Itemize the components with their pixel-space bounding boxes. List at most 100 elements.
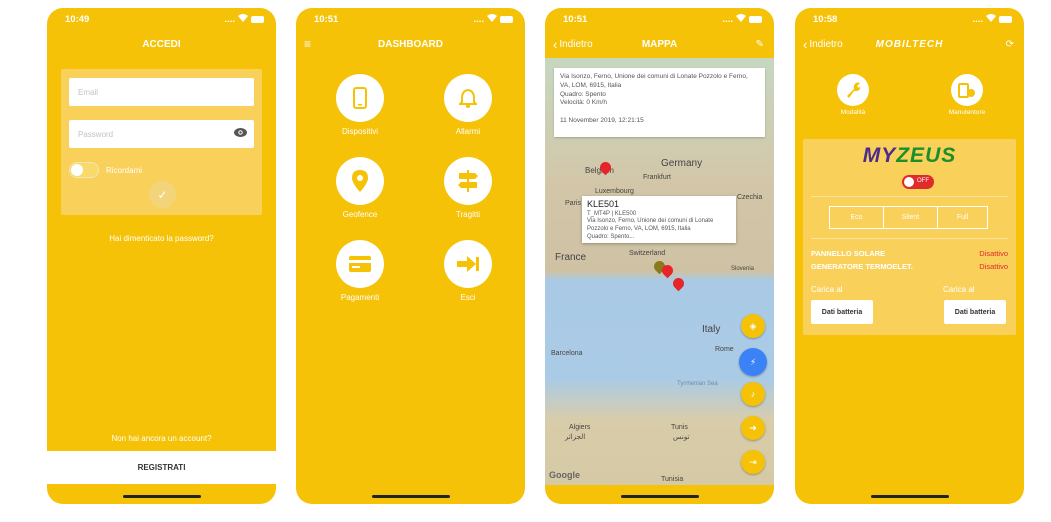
mode-label: Modalità — [840, 109, 866, 116]
credit-card-icon — [336, 240, 384, 288]
password-placeholder: Password — [78, 130, 114, 139]
charge-label-right: Carica al — [943, 285, 975, 294]
mode-modalita[interactable]: Modalità — [818, 74, 888, 116]
signal-icon: .... — [722, 13, 733, 25]
dashboard-item-dispositivi[interactable]: Dispositivi — [325, 74, 395, 136]
dashboard-item-allarmi[interactable]: Allarmi — [433, 74, 503, 136]
solar-panel-label: PANNELLO SOLARE — [811, 249, 886, 258]
device-panel: MYZEUS OFF Eco Silent Full PANNELLO SOLA… — [803, 139, 1016, 335]
remember-toggle[interactable] — [69, 162, 99, 178]
info-address: Via Isonzo, Ferno, Unione dei comuni di … — [560, 73, 748, 89]
map-label: Frankfurt — [643, 174, 672, 181]
signal-icon: .... — [224, 13, 235, 25]
password-field[interactable]: Password — [69, 120, 254, 148]
back-label: Indietro — [809, 38, 843, 50]
dashboard-item-tragitti[interactable]: Tragitti — [433, 157, 503, 219]
system-indicators: .... — [972, 13, 1012, 25]
segment-eco[interactable]: Eco — [830, 207, 884, 228]
segment-full[interactable]: Full — [938, 207, 987, 228]
signal-icon: .... — [972, 13, 983, 25]
info-date: 11 November 2019, 12:21:15 — [560, 117, 644, 125]
forgot-password-link[interactable]: Hai dimenticato la password? — [47, 234, 276, 243]
dashboard-item-esci[interactable]: Esci — [433, 240, 503, 302]
charge-label-left: Carica al — [811, 285, 843, 294]
dashboard-item-pagamenti[interactable]: Pagamenti — [325, 240, 395, 302]
mode-manutentore[interactable]: Manutentore — [932, 74, 1002, 116]
eye-icon[interactable] — [234, 128, 247, 139]
directions-button[interactable]: ◈ — [741, 314, 765, 338]
nav-bar: ‹ Indietro MAPPA ✎ — [545, 30, 774, 58]
login-arrow-button[interactable]: ➜ — [741, 416, 765, 440]
battery-data-button-right[interactable]: Dati batteria — [944, 300, 1006, 324]
status-bar: 10:49 .... — [47, 8, 276, 30]
map-label: Paris — [565, 200, 581, 207]
system-indicators: .... — [473, 13, 513, 25]
generator-label: GENERATORE TERMOELET. — [811, 262, 913, 271]
map-label: تونس — [673, 434, 690, 441]
login-screen: 10:49 .... ACCEDI Email Password Ricorda… — [47, 8, 276, 504]
callout-subtitle: T_MT4P | KLE500 — [587, 210, 637, 217]
pencil-icon[interactable]: ✎ — [756, 30, 764, 58]
dashboard-item-label: Pagamenti — [340, 293, 380, 302]
signal-icon: .... — [473, 13, 484, 25]
status-bar: 10:51 .... — [296, 8, 525, 30]
map-label: Germany — [661, 158, 703, 169]
nav-bar: ‹ Indietro MOBILTECH ⟳ — [795, 30, 1024, 58]
login-submit-button[interactable]: ✓ — [149, 181, 176, 208]
map-label: France — [555, 252, 587, 263]
segment-silent[interactable]: Silent — [884, 207, 938, 228]
status-bar: 10:51 .... — [545, 8, 774, 30]
marker-callout[interactable]: KLE501 T_MT4P | KLE500 Via Isonzo, Ferno… — [582, 196, 736, 243]
brand-my: MY — [862, 144, 897, 167]
logout-button[interactable]: ⇥ — [741, 450, 765, 474]
device-screen: 10:58 .... ‹ Indietro MOBILTECH ⟳ Modali… — [795, 8, 1024, 504]
dashboard-item-geofence[interactable]: Geofence — [325, 157, 395, 219]
alarm-button[interactable]: ♪ — [741, 382, 765, 406]
home-indicator — [122, 495, 201, 498]
back-label: Indietro — [559, 38, 593, 50]
page-title: ACCEDI — [142, 38, 181, 50]
info-quadro: Quadro: Spento — [560, 90, 606, 98]
enter-icon: ➜ — [749, 422, 757, 433]
divider — [811, 196, 1008, 197]
register-button[interactable]: REGISTRATI — [47, 451, 276, 484]
bell-icon: ♪ — [750, 389, 756, 399]
generator-status: Disattivo — [979, 262, 1008, 271]
toggle-knob — [71, 164, 83, 176]
battery-icon — [999, 15, 1012, 23]
chevron-left-icon: ‹ — [553, 36, 558, 52]
email-field[interactable]: Email — [69, 78, 254, 106]
login-form: Email Password Ricordami ✓ — [61, 69, 262, 215]
back-button[interactable]: ‹ Indietro — [553, 30, 593, 58]
dashboard-item-label: Tragitti — [455, 210, 481, 219]
map-label: Italy — [702, 324, 721, 335]
battery-data-button-left[interactable]: Dati batteria — [811, 300, 873, 324]
map-label: Tunis — [671, 424, 688, 431]
mode-label: Manutentore — [948, 109, 986, 116]
directions-icon: ◈ — [749, 320, 757, 331]
system-indicators: .... — [722, 13, 762, 25]
back-button[interactable]: ‹ Indietro — [803, 30, 843, 58]
system-indicators: .... — [224, 13, 264, 25]
wifi-icon — [487, 13, 497, 25]
power-button[interactable]: ⚡ — [739, 348, 767, 376]
dashboard-item-label: Esci — [460, 293, 476, 302]
battery-icon — [251, 15, 264, 23]
map-label: Tunisia — [661, 476, 684, 483]
map-screen: 10:51 .... ‹ Indietro MAPPA ✎ Germany Be… — [545, 8, 774, 504]
maintenance-icon — [951, 74, 983, 106]
refresh-icon[interactable]: ⟳ — [1006, 30, 1014, 58]
google-logo: Google — [549, 470, 580, 480]
battery-icon — [500, 15, 513, 23]
map-pin[interactable] — [670, 275, 687, 292]
phone-icon — [336, 74, 384, 122]
wifi-icon — [736, 13, 746, 25]
hamburger-menu-icon[interactable]: ≡ — [304, 30, 311, 58]
solar-panel-status: Disattivo — [979, 249, 1008, 258]
map-label: Rome — [715, 346, 734, 353]
map-label: Barcelona — [551, 350, 583, 357]
nav-bar: ≡ DASHBOARD — [296, 30, 525, 58]
power-toggle[interactable]: OFF — [902, 175, 934, 189]
signpost-icon — [444, 157, 492, 205]
nav-bar: ACCEDI — [47, 30, 276, 58]
